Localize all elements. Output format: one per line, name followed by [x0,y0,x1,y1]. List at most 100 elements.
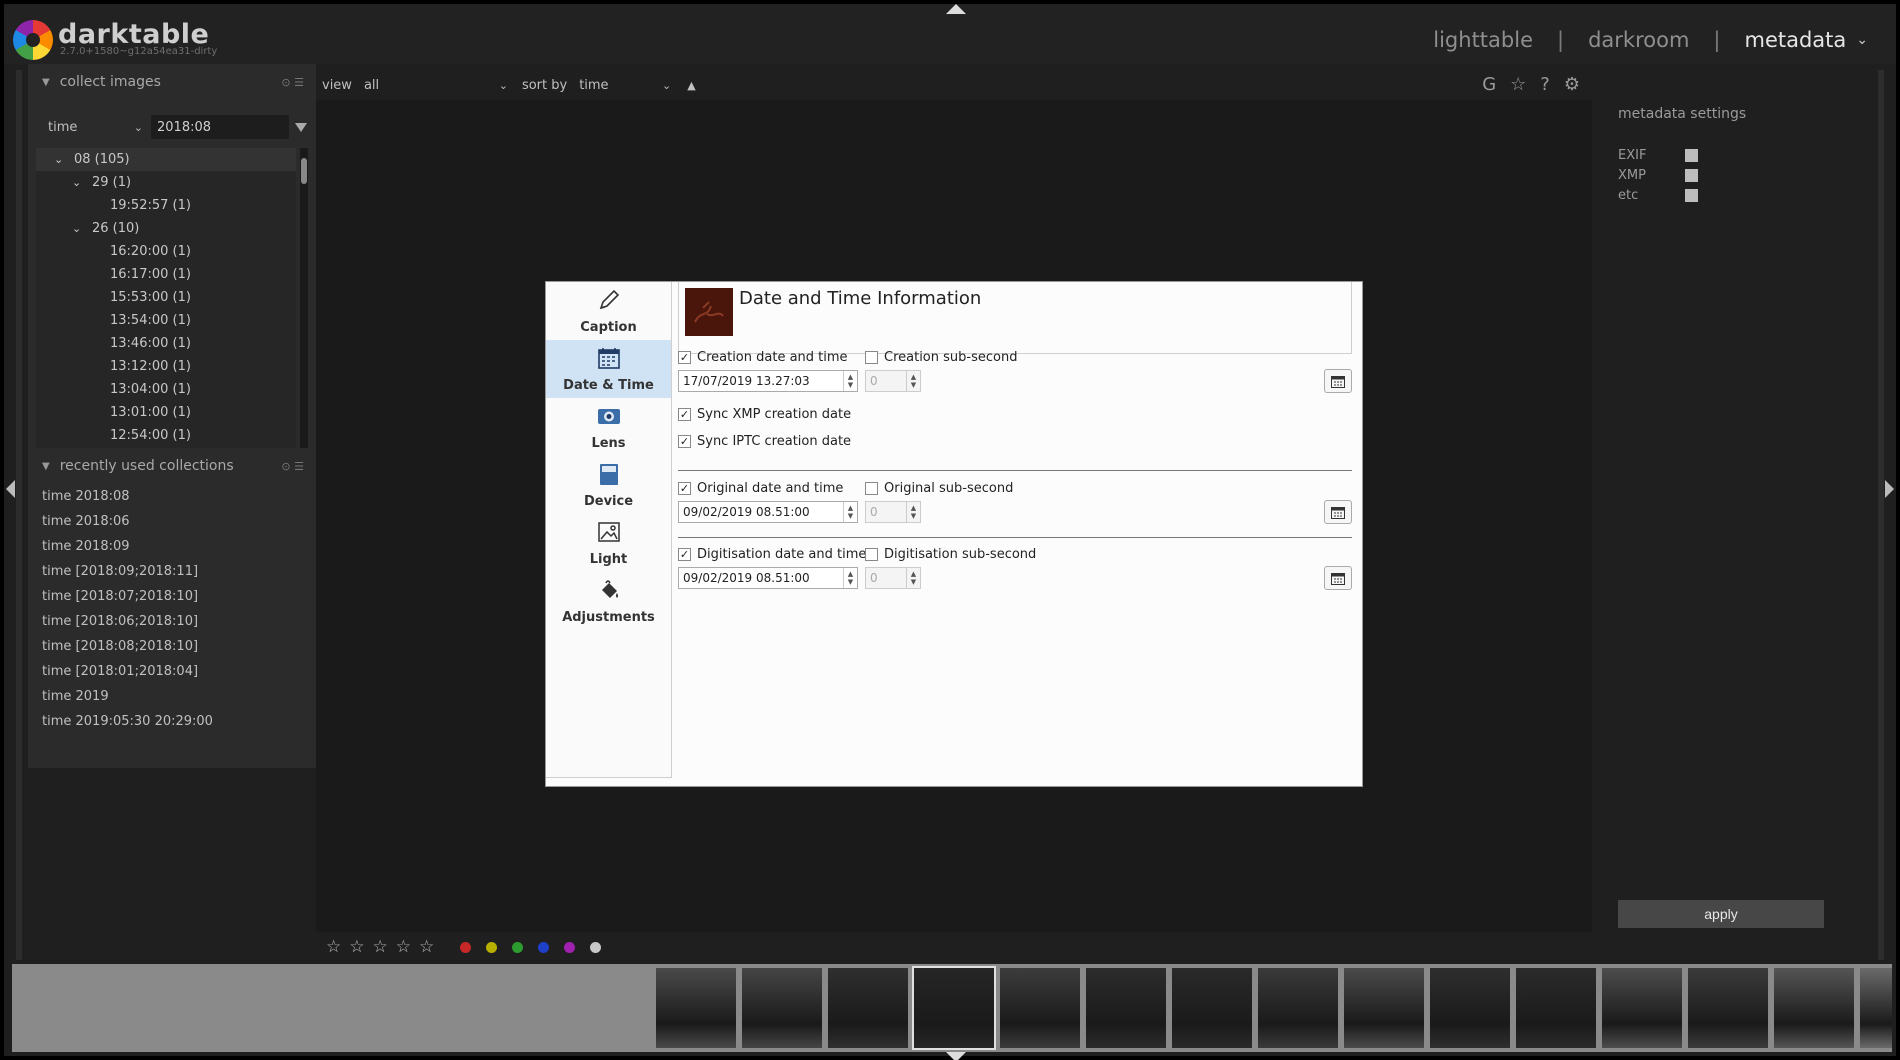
sort-select[interactable]: time ⌄ [579,78,671,93]
tree-item[interactable]: ⌄ 29 (1) [36,171,296,194]
filmstrip-thumbnail[interactable] [1430,968,1510,1048]
help-icon[interactable]: ? [1540,74,1550,95]
tree-item[interactable]: 16:20:00 (1) [36,240,296,263]
filmstrip-thumbnail[interactable] [1172,968,1252,1048]
recent-header[interactable]: ▼ recently used collections [42,454,234,478]
bottom-panel-toggle-arrow-icon[interactable] [946,1052,966,1060]
color-label-dot-icon[interactable] [564,941,576,953]
original-date-toggle[interactable]: ✓ Original date and time [678,479,843,497]
color-label-dot-icon[interactable] [538,941,550,953]
recent-collection-item[interactable]: time [2018:01;2018:04] [28,659,316,684]
filmstrip-thumbnail[interactable] [912,966,996,1050]
spin-arrows-icon[interactable]: ▲ ▼ [843,502,857,522]
rating-star-icon[interactable]: ☆ [396,937,411,957]
color-label-dot-icon[interactable] [460,941,472,953]
recent-collection-item[interactable]: time [2018:07;2018:10] [28,584,316,609]
filmstrip-thumbnail[interactable] [1086,968,1166,1048]
exif-checkbox[interactable] [1685,149,1698,162]
view-darkroom[interactable]: darkroom [1588,28,1689,52]
chevron-down-icon[interactable]: ⌄ [72,176,86,189]
collapse-triangle-icon[interactable]: ▼ [42,461,50,472]
sync-xmp-toggle[interactable]: ✓ Sync XMP creation date [678,405,851,423]
tree-item[interactable]: 12:54:00 (1) [36,424,296,447]
filmstrip-thumbnail[interactable] [1000,968,1080,1048]
original-datetime-input[interactable]: 09/02/2019 08.51:00 ▲ ▼ [678,501,858,523]
original-subsecond-input[interactable]: 0 ▲ ▼ [865,501,921,523]
rating-star-icon[interactable]: ☆ [373,937,388,957]
spin-arrows-icon[interactable]: ▲ ▼ [843,568,857,588]
chevron-down-icon[interactable]: ⌄ [72,222,86,235]
exif-option[interactable]: EXIF [1618,148,1698,163]
scrollbar-thumb[interactable] [301,158,307,184]
filmstrip-thumbnail[interactable] [1860,968,1892,1048]
chevron-down-icon[interactable]: ⌄ [1856,32,1868,48]
original-subsecond-toggle[interactable]: Original sub-second [865,479,1013,497]
sync-xmp-checkbox[interactable]: ✓ [678,407,691,421]
creation-subsecond-checkbox[interactable] [865,350,878,364]
sync-iptc-checkbox[interactable]: ✓ [678,434,691,448]
recent-collection-item[interactable]: time 2018:09 [28,534,316,559]
nav-lens[interactable]: Lens [546,398,671,456]
filmstrip-thumbnail[interactable] [1344,968,1424,1048]
collect-property-select[interactable]: time ⌄ [36,115,151,139]
recent-collection-item[interactable]: time 2019:05:30 20:29:00 [28,709,316,734]
spin-arrows-icon[interactable]: ▲ ▼ [906,371,920,391]
etc-checkbox[interactable] [1685,189,1698,202]
digitisation-date-checkbox[interactable]: ✓ [678,547,691,561]
creation-subsecond-input[interactable]: 0 ▲ ▼ [865,370,921,392]
preferences-gear-icon[interactable]: ⚙ [1564,74,1580,95]
tree-item[interactable]: ⌄ 26 (10) [36,217,296,240]
creation-date-checkbox[interactable]: ✓ [678,350,691,364]
original-date-checkbox[interactable]: ✓ [678,481,691,495]
original-calendar-button[interactable] [1324,500,1352,524]
recent-collection-item[interactable]: time 2018:08 [28,484,316,509]
xmp-option[interactable]: XMP [1618,168,1698,183]
nav-light[interactable]: Light [546,514,671,572]
recent-collection-item[interactable]: time [2018:06;2018:10] [28,609,316,634]
sync-iptc-toggle[interactable]: ✓ Sync IPTC creation date [678,432,851,450]
digitisation-subsecond-toggle[interactable]: Digitisation sub-second [865,545,1036,563]
collect-value-input[interactable]: 2018:08 [151,115,289,139]
tree-item[interactable]: 16:17:00 (1) [36,263,296,286]
digitisation-datetime-input[interactable]: 09/02/2019 08.51:00 ▲ ▼ [678,567,858,589]
rating-star-icon[interactable]: ☆ [419,937,434,957]
nav-device[interactable]: Device [546,456,671,514]
module-reset-presets-icons[interactable]: ⊙ ☰ [281,460,304,473]
tree-item[interactable]: 13:12:00 (1) [36,355,296,378]
spin-arrows-icon[interactable]: ▲ ▼ [906,502,920,522]
view-metadata[interactable]: metadata [1744,28,1846,52]
apply-button[interactable]: apply [1618,900,1824,928]
sort-direction-icon[interactable]: ▲ [687,79,695,92]
etc-option[interactable]: etc [1618,188,1698,203]
grouping-icon[interactable]: G [1482,74,1496,95]
tree-item[interactable]: 13:46:00 (1) [36,332,296,355]
chevron-down-icon[interactable]: ⌄ [54,153,68,166]
digitisation-calendar-button[interactable] [1324,566,1352,590]
nav-date-time[interactable]: Date & Time [546,340,671,398]
tree-item[interactable]: 13:54:00 (1) [36,309,296,332]
digitisation-subsecond-input[interactable]: 0 ▲ ▼ [865,567,921,589]
spin-arrows-icon[interactable]: ▲ ▼ [843,371,857,391]
module-reset-presets-icons[interactable]: ⊙ ☰ [281,76,304,89]
recent-collection-item[interactable]: time 2018:06 [28,509,316,534]
nav-adjustments[interactable]: Adjustments [546,572,671,630]
filmstrip-thumbnail[interactable] [1774,968,1854,1048]
spin-arrows-icon[interactable]: ▲ ▼ [906,568,920,588]
creation-date-toggle[interactable]: ✓ Creation date and time [678,348,848,366]
rating-star-icon[interactable]: ☆ [326,937,341,957]
color-label-dot-icon[interactable] [590,941,602,953]
color-label-dot-icon[interactable] [512,941,524,953]
tree-item[interactable]: 15:53:00 (1) [36,286,296,309]
recent-collection-item[interactable]: time [2018:09;2018:11] [28,559,316,584]
collect-header[interactable]: ▼ collect images [42,70,161,94]
filmstrip-thumbnail[interactable] [1602,968,1682,1048]
digitisation-subsecond-checkbox[interactable] [865,547,878,561]
color-label-dot-icon[interactable] [486,941,498,953]
digitisation-date-toggle[interactable]: ✓ Digitisation date and time [678,545,866,563]
filmstrip-thumbnail[interactable] [1688,968,1768,1048]
nav-caption[interactable]: Caption [546,282,671,340]
filmstrip-thumbnail[interactable] [656,968,736,1048]
right-panel-toggle-arrow-icon[interactable] [1885,480,1894,498]
tree-item[interactable]: 13:04:00 (1) [36,378,296,401]
tree-item[interactable]: 19:52:57 (1) [36,194,296,217]
